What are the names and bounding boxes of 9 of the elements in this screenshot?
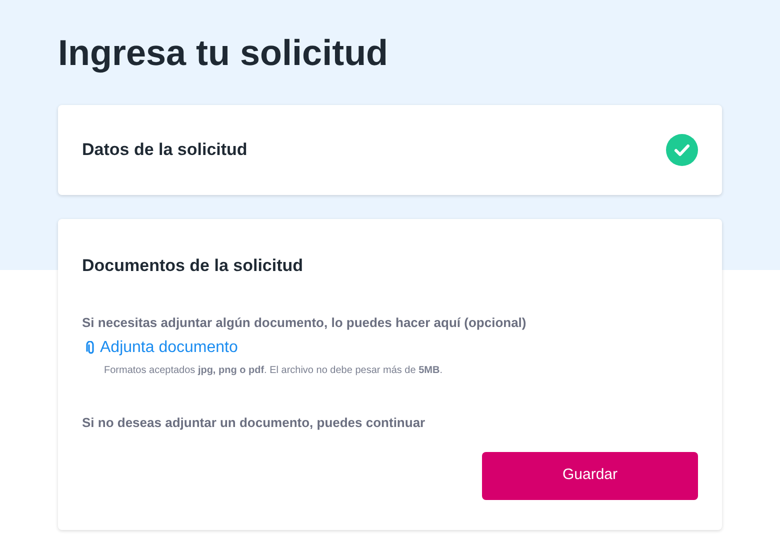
card-title: Documentos de la solicitud — [82, 255, 304, 277]
continue-text: Si no deseas adjuntar un documento, puedes continuar — [82, 414, 426, 432]
paperclip-icon — [86, 341, 96, 355]
attach-document-link[interactable]: Adjunta documento — [86, 336, 238, 360]
save-button[interactable]: Guardar — [482, 452, 698, 500]
instruction-text: Si necesitas adjuntar algún documento, lo puedes hacer aquí (opcional) — [82, 314, 526, 332]
page-title: Ingresa tu solicitud — [58, 32, 388, 74]
card-title: Datos de la solicitud — [82, 139, 248, 162]
formats-note: Formatos aceptados jpg, png o pdf. El archivo no debe pesar más de 5MB. — [104, 364, 442, 378]
